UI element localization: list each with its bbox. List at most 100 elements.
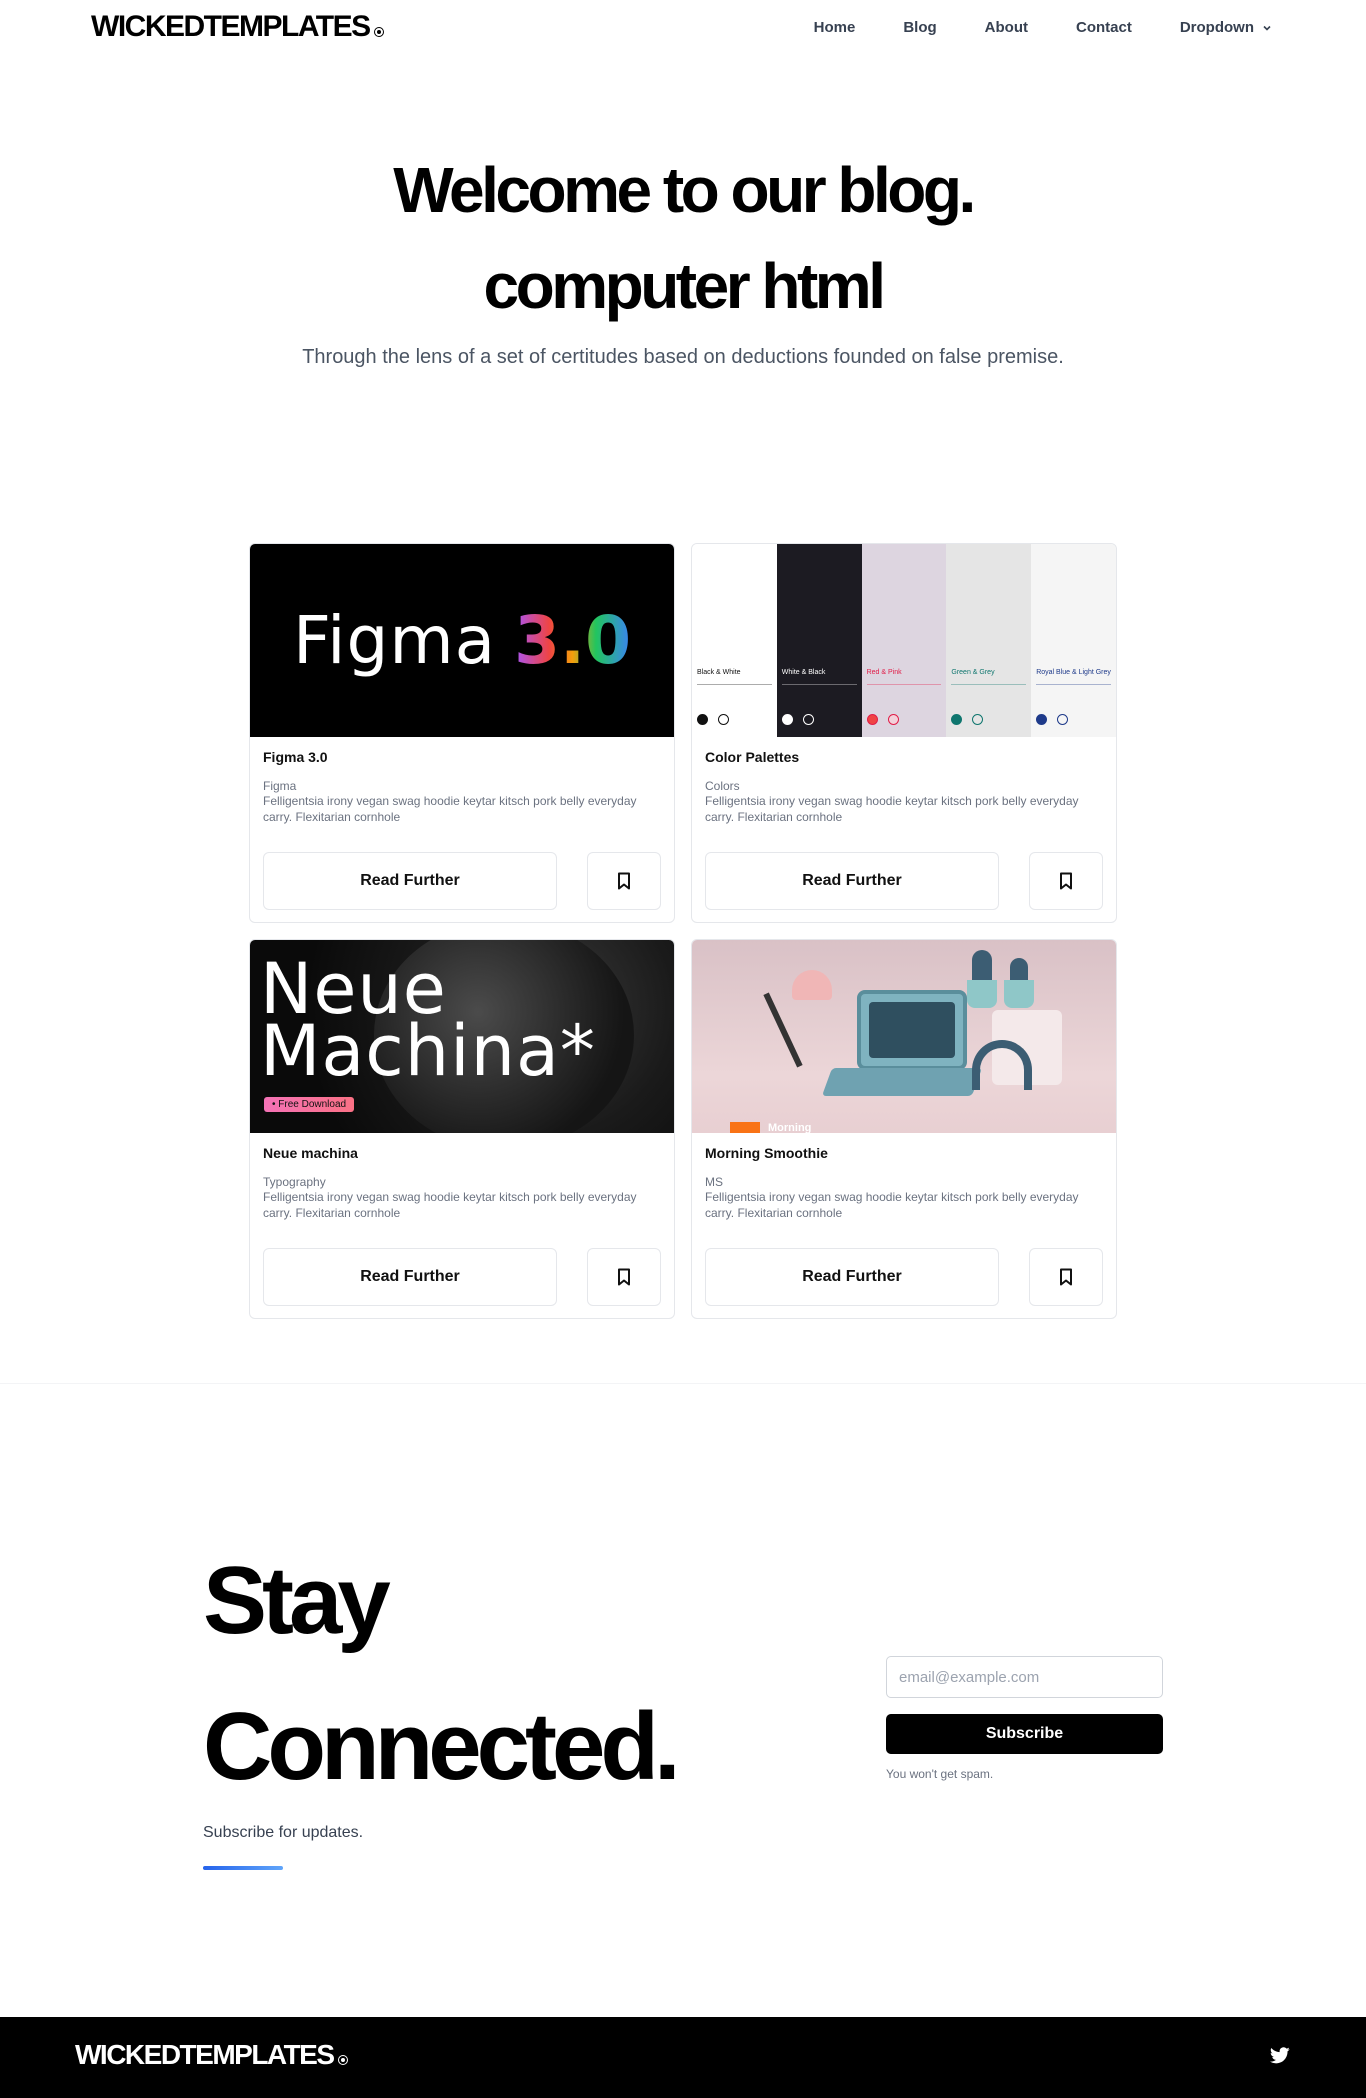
nav-home[interactable]: Home bbox=[814, 19, 856, 36]
card-image-text: Neue Machina* bbox=[260, 954, 596, 1086]
twitter-icon bbox=[1269, 2047, 1290, 2064]
newsletter-title: Stay Connected. bbox=[203, 1528, 681, 1820]
nav-dropdown[interactable]: Dropdown bbox=[1180, 19, 1272, 36]
card-title[interactable]: Neue machina bbox=[263, 1145, 661, 1161]
blog-card: Morning Morning Smoothie MS Felligentsia… bbox=[691, 939, 1117, 1319]
palette-dots bbox=[781, 714, 814, 725]
card-image-text: Morning bbox=[768, 1122, 812, 1133]
card-image-palettes: Black & White White & Black Red & Pink Gree… bbox=[692, 544, 1116, 737]
blog-card: Figma 3.0 Figma 3.0 Figma Felligentsia i… bbox=[249, 543, 675, 923]
hero-title-line-2: computer html bbox=[483, 250, 886, 322]
bookmark-button[interactable] bbox=[1029, 1248, 1103, 1306]
footer: WICKEDTEMPLATES bbox=[0, 2017, 1366, 2098]
read-further-button[interactable]: Read Further bbox=[705, 852, 999, 910]
brand-name: WICKEDTEMPLATES bbox=[91, 10, 371, 43]
footer-brand-logo[interactable]: WICKEDTEMPLATES bbox=[75, 2039, 348, 2071]
color-dot bbox=[781, 714, 793, 725]
subscribe-button[interactable]: Subscribe bbox=[886, 1714, 1163, 1754]
palette-divider bbox=[781, 684, 857, 685]
card-category: MS bbox=[705, 1175, 723, 1189]
card-image-figma: Figma 3.0 bbox=[250, 544, 674, 737]
read-further-button[interactable]: Read Further bbox=[263, 1248, 557, 1306]
card-image-text: Figma bbox=[292, 602, 497, 679]
logo-mark-icon bbox=[337, 2055, 348, 2065]
nav-blog[interactable]: Blog bbox=[903, 19, 936, 36]
card-description: Felligentsia irony vegan swag hoodie key… bbox=[705, 1190, 1079, 1220]
bookmark-icon bbox=[1060, 1268, 1072, 1286]
blog-grid: Figma 3.0 Figma 3.0 Figma Felligentsia i… bbox=[249, 543, 1117, 1319]
palette-divider bbox=[951, 684, 1027, 685]
brand-logo[interactable]: WICKEDTEMPLATES bbox=[91, 10, 384, 44]
palette-swatch: Red & Pink bbox=[861, 544, 947, 737]
blog-card: Black & White White & Black Red & Pink Gree… bbox=[691, 543, 1117, 923]
pot-graphic bbox=[967, 980, 997, 1008]
free-download-tag: • Free Download bbox=[264, 1097, 355, 1112]
palette-divider bbox=[1036, 684, 1111, 685]
color-dot bbox=[802, 714, 814, 725]
color-dot bbox=[1036, 714, 1048, 725]
no-spam-note: You won't get spam. bbox=[886, 1767, 994, 1781]
card-title[interactable]: Figma 3.0 bbox=[263, 749, 661, 765]
palette-label: Royal Blue & Light Grey bbox=[1036, 669, 1111, 676]
newsletter-section: Stay Connected. Subscribe for updates. S… bbox=[0, 1383, 1366, 2017]
color-dot bbox=[887, 714, 899, 725]
bookmark-button[interactable] bbox=[1029, 852, 1103, 910]
email-input[interactable] bbox=[886, 1656, 1163, 1698]
footer-brand-name: WICKEDTEMPLATES bbox=[75, 2039, 335, 2070]
twitter-link[interactable] bbox=[1269, 2047, 1290, 2069]
nav-dropdown-label: Dropdown bbox=[1179, 19, 1254, 36]
palette-divider bbox=[697, 684, 772, 685]
newsletter-title-line-1: Stay bbox=[203, 1547, 391, 1654]
palette-dots bbox=[697, 714, 729, 725]
palette-divider bbox=[866, 684, 942, 685]
card-description: Felligentsia irony vegan swag hoodie key… bbox=[705, 794, 1079, 824]
hero-title: Welcome to our blog. computer html bbox=[0, 142, 1366, 334]
color-dot bbox=[951, 714, 963, 725]
lamp-head-graphic bbox=[792, 970, 832, 1000]
palette-label: Black & White bbox=[697, 669, 741, 676]
nav-contact[interactable]: Contact bbox=[1076, 19, 1132, 36]
palette-swatch: Green & Grey bbox=[946, 544, 1032, 737]
card-description: Felligentsia irony vegan swag hoodie key… bbox=[263, 1190, 637, 1220]
laptop-graphic bbox=[857, 990, 967, 1070]
logo-badge bbox=[730, 1122, 760, 1133]
read-further-button[interactable]: Read Further bbox=[263, 852, 557, 910]
color-dot bbox=[972, 714, 984, 725]
color-dot bbox=[718, 714, 729, 725]
card-image-version: 3.0 bbox=[514, 602, 632, 679]
bookmark-icon bbox=[618, 872, 630, 890]
card-title[interactable]: Morning Smoothie bbox=[705, 1145, 1103, 1161]
plant-graphic bbox=[972, 950, 992, 984]
chevron-down-icon bbox=[1263, 25, 1271, 31]
pot-graphic bbox=[1004, 980, 1034, 1008]
accent-underline bbox=[203, 1866, 283, 1870]
bookmark-button[interactable] bbox=[587, 852, 661, 910]
card-title[interactable]: Color Palettes bbox=[705, 749, 1103, 765]
palette-label: White & Black bbox=[781, 669, 826, 676]
newsletter-title-line-2: Connected. bbox=[203, 1693, 681, 1800]
card-description: Felligentsia irony vegan swag hoodie key… bbox=[263, 794, 637, 824]
color-dot bbox=[1057, 714, 1069, 725]
card-image-morning: Morning bbox=[692, 940, 1116, 1133]
card-category: Figma bbox=[263, 779, 297, 793]
palette-dots bbox=[1036, 714, 1069, 725]
palette-swatch: White & Black bbox=[776, 544, 862, 737]
palette-dots bbox=[951, 714, 984, 725]
hero: Welcome to our blog. computer html Throu… bbox=[0, 56, 1366, 369]
hero-title-line-1: Welcome to our blog. bbox=[393, 154, 976, 226]
palette-label: Red & Pink bbox=[866, 669, 902, 676]
color-dot bbox=[866, 714, 878, 725]
bookmark-button[interactable] bbox=[587, 1248, 661, 1306]
palette-dots bbox=[866, 714, 899, 725]
nav-about[interactable]: About bbox=[985, 19, 1028, 36]
card-category: Colors bbox=[705, 779, 740, 793]
keyboard-graphic bbox=[821, 1068, 983, 1096]
read-further-button[interactable]: Read Further bbox=[705, 1248, 999, 1306]
card-category: Typography bbox=[263, 1175, 326, 1189]
palette-label: Green & Grey bbox=[951, 669, 995, 676]
lamp-graphic bbox=[763, 992, 803, 1068]
nav-links: Home Blog About Contact Dropdown bbox=[766, 19, 1272, 36]
hero-subtitle: Through the lens of a set of certitudes … bbox=[302, 346, 1064, 368]
bookmark-icon bbox=[618, 1268, 630, 1286]
card-image-text-line-2: Machina* bbox=[260, 1010, 596, 1092]
